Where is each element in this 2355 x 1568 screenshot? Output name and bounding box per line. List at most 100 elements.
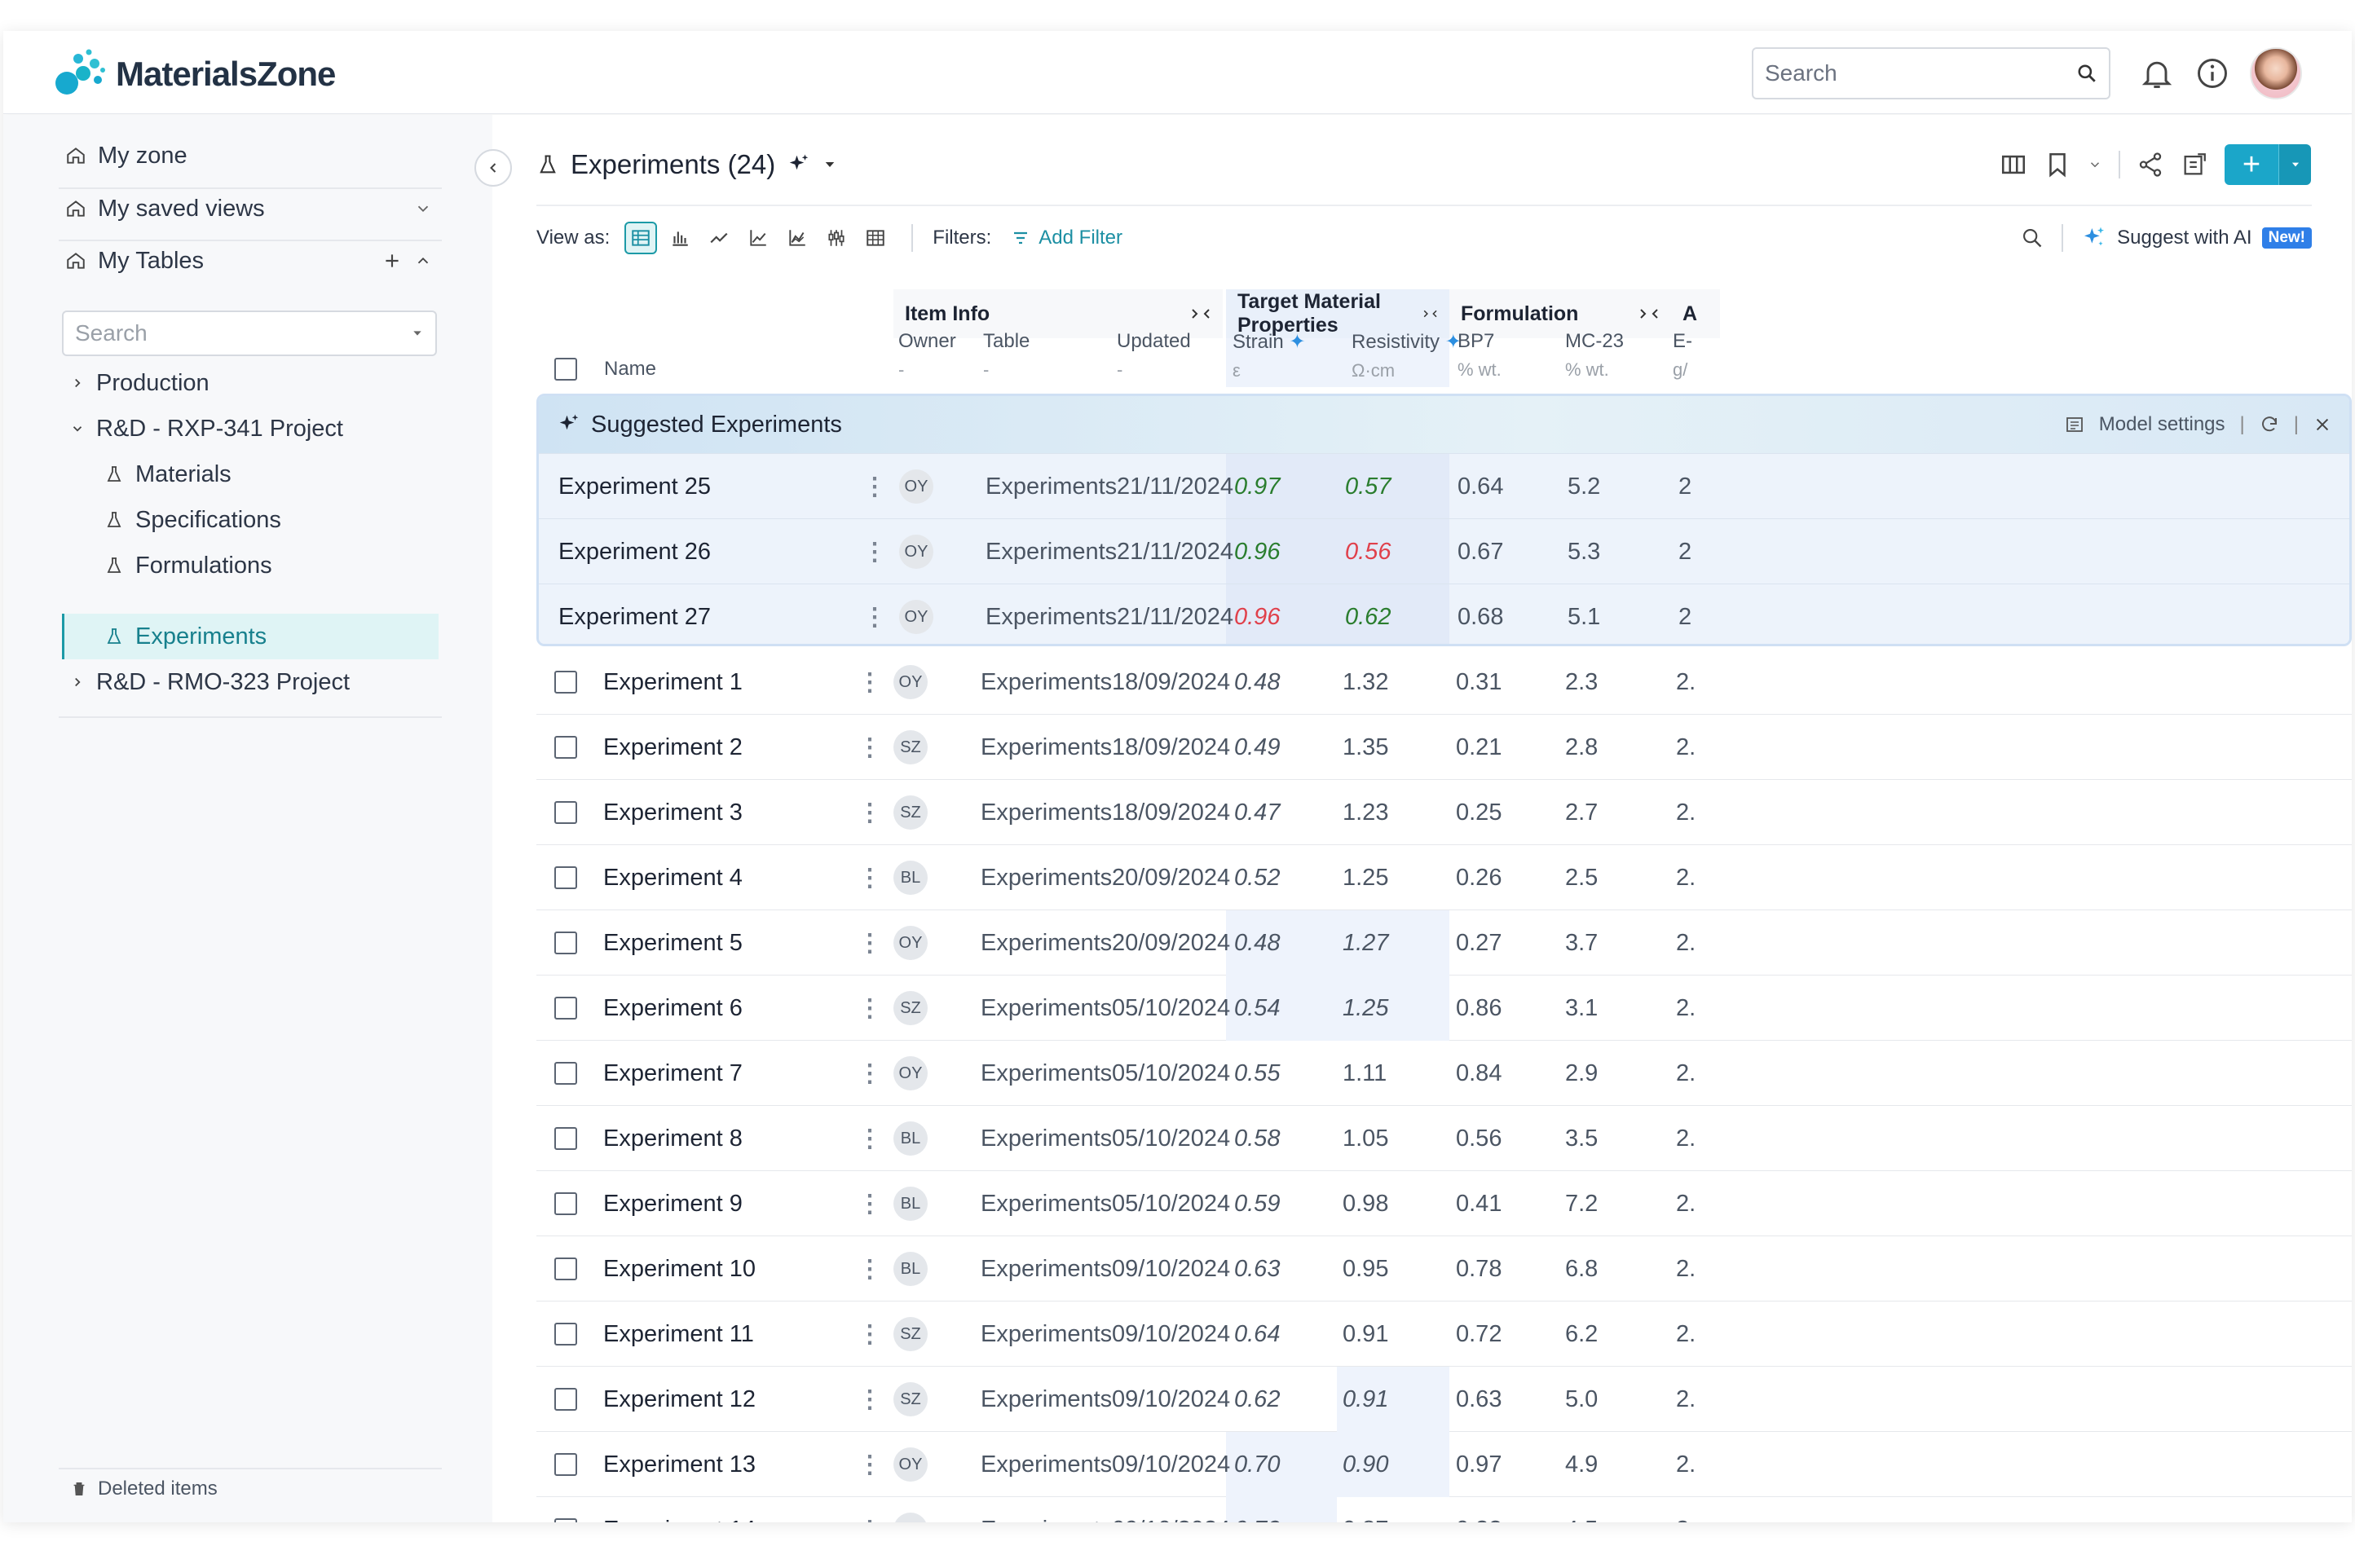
add-item-button[interactable]: + [2225,144,2311,185]
table-view-button[interactable] [624,222,658,254]
plus-icon[interactable]: + [2225,144,2278,185]
page-title[interactable]: Experiments (24) [536,149,837,180]
box-plot-view-button[interactable] [820,222,853,254]
sidebar-item-my-tables[interactable]: My Tables [65,240,432,281]
row-checkbox[interactable] [554,1192,577,1215]
row-checkbox[interactable] [554,801,577,824]
row-menu-icon[interactable]: ⋮ [858,1041,882,1106]
tree-item-rxp-341-project[interactable]: R&D - RXP-341 Project [70,408,343,449]
row-checkbox[interactable] [554,1127,577,1150]
row-menu-icon[interactable]: ⋮ [858,845,882,910]
row-checkbox[interactable] [554,1323,577,1346]
share-icon[interactable] [2137,151,2164,178]
row-menu-icon[interactable]: ⋮ [858,976,882,1041]
row-menu-icon[interactable]: ⋮ [858,1302,882,1367]
plus-icon[interactable] [381,250,403,271]
global-search-input[interactable]: Search [1752,47,2110,99]
row-name[interactable]: Experiment 26 [558,519,711,584]
row-menu-icon[interactable]: ⋮ [858,1171,882,1236]
table-row[interactable]: Experiment 12 ⋮ SZ Experiments 09/10/2024 0.6… [536,1367,2352,1432]
row-menu-icon[interactable]: ⋮ [858,1432,882,1497]
model-settings-button[interactable]: Model settings [2099,413,2225,436]
row-checkbox[interactable] [554,671,577,694]
table-row[interactable]: Experiment 11 ⋮ SZ Experiments 09/10/2024 0.6… [536,1302,2352,1367]
table-row[interactable]: Experiment 1 ⋮ OY Experiments 18/09/2024 0.48… [536,650,2352,715]
column-header-e[interactable]: E-g/ [1673,330,1692,381]
row-name[interactable]: Experiment 5 [603,910,743,976]
chevron-up-icon[interactable] [414,252,432,270]
close-icon[interactable] [2313,416,2331,434]
column-header-name[interactable]: Name [604,358,656,381]
collapse-group-icon[interactable] [1638,306,1660,322]
column-header-updated[interactable]: Updated - [1117,330,1191,381]
tree-item-specifications[interactable]: Specifications [104,500,281,540]
suggested-row[interactable]: Experiment 27 ⋮ OY Experiments 21/11/2024 0.9… [539,584,2349,644]
table-row[interactable]: Experiment 9 ⋮ BL Experiments 05/10/2024 0.59… [536,1171,2352,1236]
column-header-bp7[interactable]: BP7 % wt. [1458,330,1502,381]
suggest-with-ai-button[interactable]: Suggest with AI New! [2081,225,2312,251]
row-menu-icon[interactable]: ⋮ [862,454,887,519]
row-menu-icon[interactable]: ⋮ [858,1497,882,1523]
row-checkbox[interactable] [554,736,577,759]
collapse-sidebar-button[interactable] [474,149,512,187]
table-row[interactable]: Experiment 7 ⋮ OY Experiments 05/10/2024 0.55… [536,1041,2352,1106]
search-icon[interactable] [2021,227,2044,249]
bar-chart-view-button[interactable] [664,222,696,254]
table-row[interactable]: Experiment 14 ⋮ OY Experiments09/10/20240.7… [536,1497,2352,1522]
caret-down-icon[interactable] [822,157,837,172]
row-checkbox[interactable] [554,866,577,889]
tree-item-production[interactable]: Production [70,363,209,403]
row-checkbox[interactable] [554,1257,577,1280]
tree-item-experiments[interactable]: Experiments [104,616,267,657]
sidebar-search-input[interactable]: Search [62,311,437,356]
sidebar-item-my-saved-views[interactable]: My saved views [65,188,432,229]
row-checkbox[interactable] [554,932,577,954]
row-name[interactable]: Experiment 6 [603,976,743,1041]
row-menu-icon[interactable]: ⋮ [862,584,887,644]
row-checkbox[interactable] [554,997,577,1020]
area-chart-view-button[interactable] [781,222,814,254]
row-name[interactable]: Experiment 10 [603,1236,756,1302]
row-name[interactable]: Experiment 14 [603,1497,756,1523]
row-menu-icon[interactable]: ⋮ [858,650,882,715]
row-name[interactable]: Experiment 3 [603,780,743,845]
collapse-group-icon[interactable] [1422,306,1438,322]
row-checkbox[interactable] [554,1062,577,1085]
table-row[interactable]: Experiment 10 ⋮ BL Experiments 09/10/2024 0.6… [536,1236,2352,1302]
row-name[interactable]: Experiment 8 [603,1106,743,1171]
row-name[interactable]: Experiment 7 [603,1041,743,1106]
notifications-bell-icon[interactable] [2139,55,2175,91]
row-menu-icon[interactable]: ⋮ [858,1236,882,1302]
table-row[interactable]: Experiment 2 ⋮ SZ Experiments 18/09/2024 0.49… [536,715,2352,780]
line-chart-view-button[interactable] [703,222,735,254]
tree-item-materials[interactable]: Materials [104,454,232,495]
trend-view-button[interactable] [742,222,774,254]
row-name[interactable]: Experiment 9 [603,1171,743,1236]
chevron-down-icon[interactable] [2088,157,2102,172]
row-menu-icon[interactable]: ⋮ [858,715,882,780]
column-header-table[interactable]: Table - [983,330,1030,381]
user-avatar[interactable] [2250,47,2302,99]
deleted-items-link[interactable]: Deleted items [70,1478,218,1500]
export-icon[interactable] [2181,151,2208,178]
row-menu-icon[interactable]: ⋮ [858,1367,882,1432]
table-row[interactable]: Experiment 13 ⋮ OY Experiments 09/10/2024 0.7… [536,1432,2352,1497]
refresh-icon[interactable] [2260,415,2279,434]
row-name[interactable]: Experiment 13 [603,1432,756,1497]
sidebar-item-my-zone[interactable]: My zone [65,135,187,176]
table-row[interactable]: Experiment 5 ⋮ OY Experiments 20/09/2024 0.48… [536,910,2352,976]
column-header-strain[interactable]: Strain ✦ ε [1233,330,1305,381]
table-row[interactable]: Experiment 6 ⋮ SZ Experiments 05/10/2024 0.54… [536,976,2352,1041]
info-icon[interactable] [2194,55,2230,91]
row-name[interactable]: Experiment 1 [603,650,743,715]
row-name[interactable]: Experiment 25 [558,454,711,519]
row-menu-icon[interactable]: ⋮ [858,1106,882,1171]
row-menu-icon[interactable]: ⋮ [858,780,882,845]
select-all-checkbox[interactable] [554,358,577,381]
row-checkbox[interactable] [554,1518,577,1522]
row-name[interactable]: Experiment 2 [603,715,743,780]
tree-item-formulations[interactable]: Formulations [104,545,272,586]
table-row[interactable]: Experiment 8 ⋮ BL Experiments 05/10/2024 0.58… [536,1106,2352,1171]
row-name[interactable]: Experiment 27 [558,584,711,644]
row-menu-icon[interactable]: ⋮ [862,519,887,584]
